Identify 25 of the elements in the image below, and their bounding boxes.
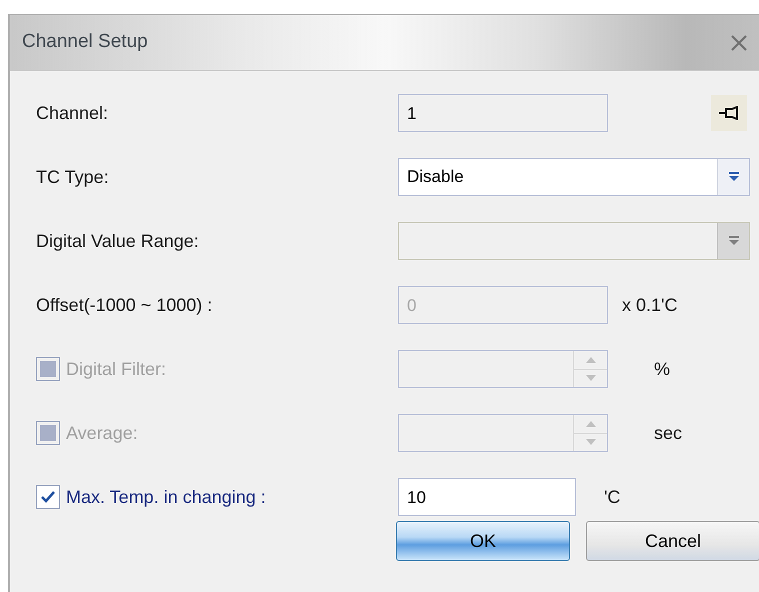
- checkbox[interactable]: [36, 485, 60, 509]
- unit-label: sec: [654, 422, 682, 444]
- field-label: Digital Value Range:: [36, 230, 199, 253]
- field-label: Digital Filter:: [66, 358, 166, 381]
- unit-label: x 0.1'C: [622, 294, 678, 316]
- unit-label: 'C: [604, 486, 620, 508]
- field-label: TC Type:: [36, 166, 109, 189]
- field-value: 10: [407, 487, 426, 509]
- dialog-button[interactable]: Cancel: [586, 521, 759, 561]
- field-value: 0: [407, 295, 416, 317]
- field-label: Max. Temp. in changing :: [66, 486, 266, 509]
- dropdown-value: Disable: [407, 167, 464, 186]
- input-field[interactable]: 1: [398, 94, 608, 132]
- close-icon[interactable]: [729, 32, 749, 52]
- input-field[interactable]: 10: [398, 478, 576, 516]
- dialog-button[interactable]: OK: [396, 521, 570, 561]
- pin-icon[interactable]: [711, 95, 747, 131]
- field-label: Offset(-1000 ~ 1000) :: [36, 294, 212, 317]
- checkmark-icon: [40, 490, 56, 504]
- field-label: Average:: [66, 422, 138, 445]
- window-title: Channel Setup: [22, 30, 148, 54]
- dropdown[interactable]: Disable: [398, 158, 750, 196]
- field-value: 1: [407, 103, 416, 125]
- field-label: Channel:: [36, 102, 108, 124]
- unit-label: %: [654, 358, 670, 380]
